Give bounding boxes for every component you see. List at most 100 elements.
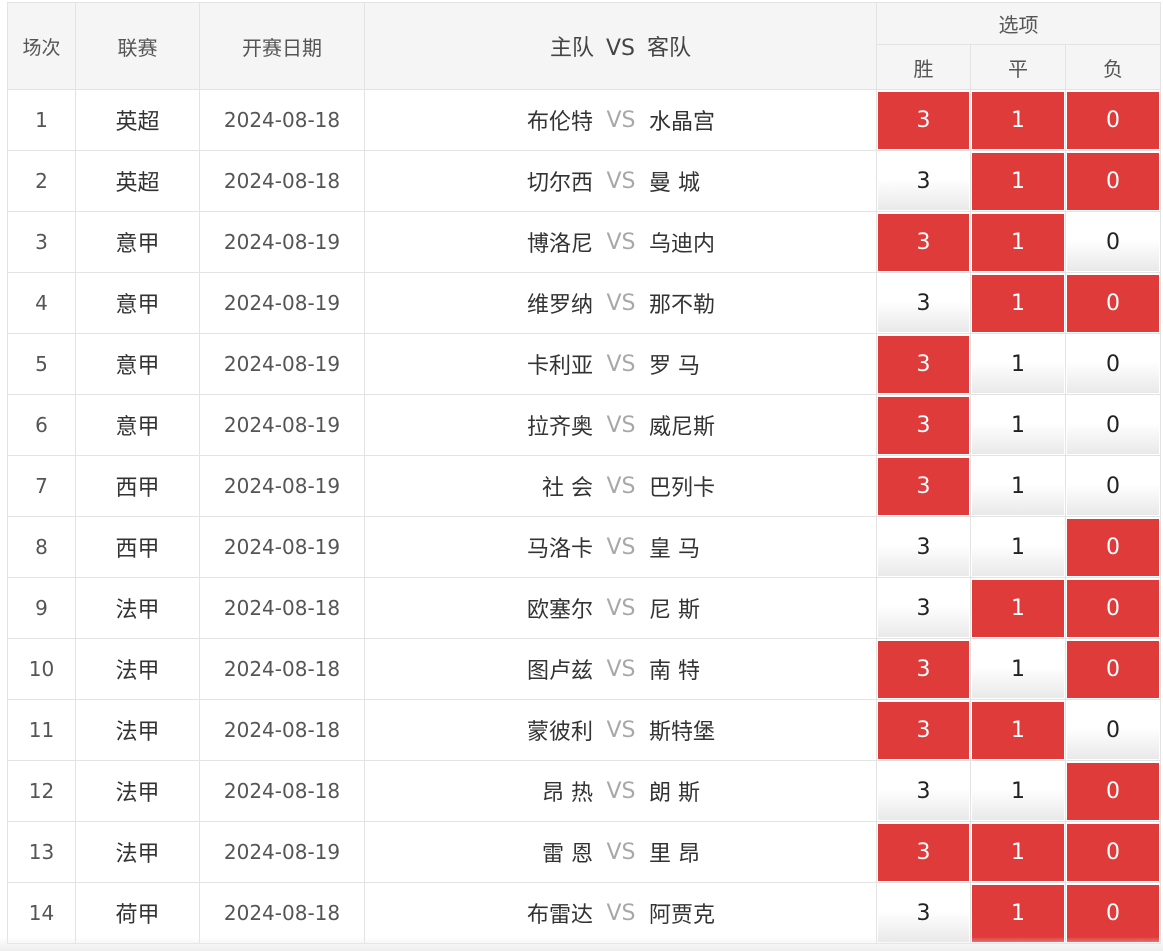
win-cell[interactable]: 3	[876, 699, 971, 761]
lose-option[interactable]: 0	[1067, 518, 1160, 576]
win-cell[interactable]: 3	[876, 455, 971, 517]
lose-cell[interactable]: 0	[1064, 577, 1162, 639]
lose-cell[interactable]: 0	[1064, 516, 1162, 578]
win-option[interactable]: 3	[878, 701, 969, 759]
win-option[interactable]: 3	[878, 823, 969, 881]
win-cell[interactable]: 3	[876, 516, 971, 578]
win-cell[interactable]: 3	[876, 821, 971, 883]
draw-option[interactable]: 1	[972, 152, 1064, 210]
win-cell[interactable]: 3	[876, 760, 971, 822]
lose-cell[interactable]: 0	[1064, 333, 1162, 395]
lose-option[interactable]: 0	[1067, 762, 1160, 820]
draw-cell[interactable]: 1	[970, 821, 1066, 883]
win-option[interactable]: 3	[878, 213, 969, 271]
table-row: 3 意甲 2024-08-19 博洛尼 VS 乌迪内 3 1 0	[7, 211, 1162, 273]
win-option[interactable]: 3	[878, 457, 969, 515]
win-cell[interactable]: 3	[876, 577, 971, 639]
matchup: 欧塞尔 VS 尼 斯	[364, 577, 877, 639]
draw-cell[interactable]: 1	[970, 882, 1066, 944]
win-cell[interactable]: 3	[876, 394, 971, 456]
lose-cell[interactable]: 0	[1064, 150, 1162, 212]
lose-option[interactable]: 0	[1067, 152, 1160, 210]
win-cell[interactable]: 3	[876, 150, 971, 212]
lose-cell[interactable]: 0	[1064, 821, 1162, 883]
win-option[interactable]: 3	[878, 91, 969, 149]
draw-option[interactable]: 1	[972, 213, 1064, 271]
win-option[interactable]: 3	[878, 640, 969, 698]
draw-cell[interactable]: 1	[970, 272, 1066, 334]
lose-cell[interactable]: 0	[1064, 638, 1162, 700]
draw-option[interactable]: 1	[972, 640, 1064, 698]
win-option[interactable]: 3	[878, 396, 969, 454]
matchup: 昂 热 VS 朗 斯	[364, 760, 877, 822]
win-option[interactable]: 3	[878, 884, 969, 942]
win-cell[interactable]: 3	[876, 333, 971, 395]
header-home: 主队	[549, 36, 594, 61]
win-option[interactable]: 3	[878, 579, 969, 637]
lose-option[interactable]: 0	[1067, 640, 1160, 698]
win-option[interactable]: 3	[878, 762, 969, 820]
draw-option[interactable]: 1	[972, 396, 1064, 454]
league-name: 法甲	[75, 638, 200, 700]
league-name: 意甲	[75, 272, 200, 334]
draw-cell[interactable]: 1	[970, 577, 1066, 639]
lose-option[interactable]: 0	[1067, 701, 1160, 759]
lose-cell[interactable]: 0	[1064, 394, 1162, 456]
lose-cell[interactable]: 0	[1064, 455, 1162, 517]
draw-option[interactable]: 1	[972, 701, 1064, 759]
home-team: 维罗纳	[526, 293, 593, 318]
win-option[interactable]: 3	[878, 152, 969, 210]
draw-cell[interactable]: 1	[970, 89, 1066, 151]
win-option[interactable]: 3	[878, 518, 969, 576]
draw-cell[interactable]: 1	[970, 333, 1066, 395]
draw-option[interactable]: 1	[972, 91, 1064, 149]
draw-cell[interactable]: 1	[970, 638, 1066, 700]
lose-cell[interactable]: 0	[1064, 272, 1162, 334]
lose-option[interactable]: 0	[1067, 457, 1160, 515]
draw-cell[interactable]: 1	[970, 760, 1066, 822]
match-number: 5	[7, 333, 76, 395]
lose-option[interactable]: 0	[1067, 213, 1160, 271]
lose-cell[interactable]: 0	[1064, 699, 1162, 761]
draw-option[interactable]: 1	[972, 579, 1064, 637]
draw-option[interactable]: 1	[972, 762, 1064, 820]
draw-cell[interactable]: 1	[970, 150, 1066, 212]
win-cell[interactable]: 3	[876, 272, 971, 334]
header-league: 联赛	[75, 2, 200, 90]
draw-option[interactable]: 1	[972, 518, 1064, 576]
header-options: 选项	[875, 2, 1162, 45]
draw-cell[interactable]: 1	[970, 699, 1066, 761]
draw-option[interactable]: 1	[972, 884, 1064, 942]
lose-cell[interactable]: 0	[1064, 89, 1162, 151]
lose-option[interactable]: 0	[1067, 91, 1160, 149]
win-cell[interactable]: 3	[876, 89, 971, 151]
draw-option[interactable]: 1	[972, 335, 1064, 393]
draw-option[interactable]: 1	[972, 274, 1064, 332]
lose-option[interactable]: 0	[1067, 823, 1160, 881]
draw-cell[interactable]: 1	[970, 394, 1066, 456]
lose-cell[interactable]: 0	[1064, 760, 1162, 822]
win-cell[interactable]: 3	[876, 638, 971, 700]
away-team: 尼 斯	[649, 598, 700, 623]
win-cell[interactable]: 3	[876, 882, 971, 944]
lose-cell[interactable]: 0	[1064, 882, 1162, 944]
lose-option[interactable]: 0	[1067, 335, 1160, 393]
lose-option[interactable]: 0	[1067, 274, 1160, 332]
win-cell[interactable]: 3	[876, 211, 971, 273]
draw-option[interactable]: 1	[972, 823, 1064, 881]
match-date: 2024-08-19	[199, 394, 365, 456]
draw-cell[interactable]: 1	[970, 516, 1066, 578]
match-number: 3	[7, 211, 76, 273]
home-team: 卡利亚	[526, 354, 593, 379]
matchup: 拉齐奥 VS 威尼斯	[364, 394, 877, 456]
lose-option[interactable]: 0	[1067, 579, 1160, 637]
home-team: 马洛卡	[526, 537, 593, 562]
win-option[interactable]: 3	[878, 335, 969, 393]
lose-option[interactable]: 0	[1067, 396, 1160, 454]
lose-cell[interactable]: 0	[1064, 211, 1162, 273]
draw-option[interactable]: 1	[972, 457, 1064, 515]
win-option[interactable]: 3	[878, 274, 969, 332]
draw-cell[interactable]: 1	[970, 455, 1066, 517]
draw-cell[interactable]: 1	[970, 211, 1066, 273]
lose-option[interactable]: 0	[1067, 884, 1160, 942]
